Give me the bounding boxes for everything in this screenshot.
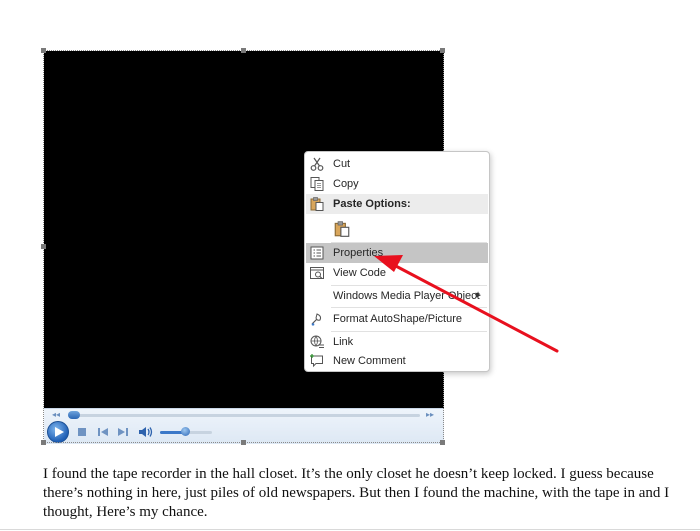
player-controls: ◂◂ ▸▸ (44, 408, 444, 444)
resize-handle-top-left[interactable] (41, 48, 46, 53)
menu-item-cut[interactable]: Cut (306, 154, 488, 174)
resize-handle-top-right[interactable] (440, 48, 445, 53)
menu-item-copy[interactable]: Copy (306, 174, 488, 194)
resize-handle-bottom-left[interactable] (41, 440, 46, 445)
paste-option-keep-formatting[interactable] (306, 216, 488, 242)
menu-item-label: Copy (333, 178, 359, 190)
play-button[interactable] (47, 421, 69, 443)
menu-item-properties[interactable]: Properties (306, 243, 488, 263)
properties-icon (310, 246, 324, 260)
resize-handle-top[interactable] (241, 48, 246, 53)
menu-item-label: Properties (333, 247, 384, 259)
view-code-icon (310, 267, 324, 279)
clipboard-icon (310, 197, 324, 211)
menu-item-label: Cut (333, 158, 351, 170)
document-paragraph: I found the tape recorder in the hall cl… (43, 466, 670, 520)
volume-icon[interactable] (138, 425, 154, 439)
menu-item-label: Link (333, 336, 354, 348)
resize-handle-bottom-right[interactable] (440, 440, 445, 445)
play-icon (55, 427, 64, 437)
menu-item-label: Format AutoShape/Picture (333, 313, 463, 325)
menu-item-label: Windows Media Player Object (333, 290, 480, 302)
resize-handle-bottom[interactable] (241, 440, 246, 445)
seek-thumb[interactable] (68, 411, 80, 419)
menu-header-paste-options: Paste Options: (306, 194, 488, 214)
scissors-icon (310, 157, 324, 171)
link-icon (310, 335, 324, 349)
submenu-arrow-icon: ▶ (475, 292, 481, 299)
seek-forward-icon[interactable]: ▸▸ (426, 410, 434, 420)
menu-item-format-autoshape-picture[interactable]: Format AutoShape/Picture (306, 309, 488, 329)
menu-item-windows-media-player-object[interactable]: Windows Media Player Object ▶ (306, 286, 488, 306)
paste-keep-formatting-icon (334, 221, 350, 237)
stop-icon[interactable] (77, 425, 87, 439)
copy-icon (310, 177, 324, 191)
menu-item-label: View Code (333, 267, 386, 279)
seek-back-icon[interactable]: ◂◂ (52, 410, 60, 420)
menu-item-view-code[interactable]: View Code (306, 263, 488, 283)
context-menu: Cut Copy Paste Options: Properties View … (304, 151, 490, 372)
menu-separator (331, 307, 487, 308)
format-shape-icon (311, 313, 322, 326)
menu-item-link[interactable]: Link (306, 332, 488, 352)
menu-item-label: Paste Options: (333, 198, 411, 210)
new-comment-icon (310, 354, 323, 368)
volume-thumb[interactable] (181, 427, 190, 436)
menu-item-label: New Comment (333, 355, 406, 367)
seek-bar[interactable] (68, 414, 420, 417)
menu-item-new-comment[interactable]: New Comment (306, 351, 488, 371)
next-icon[interactable] (117, 425, 129, 439)
page-divider (0, 529, 700, 530)
previous-icon[interactable] (97, 425, 109, 439)
resize-handle-left[interactable] (41, 244, 46, 249)
